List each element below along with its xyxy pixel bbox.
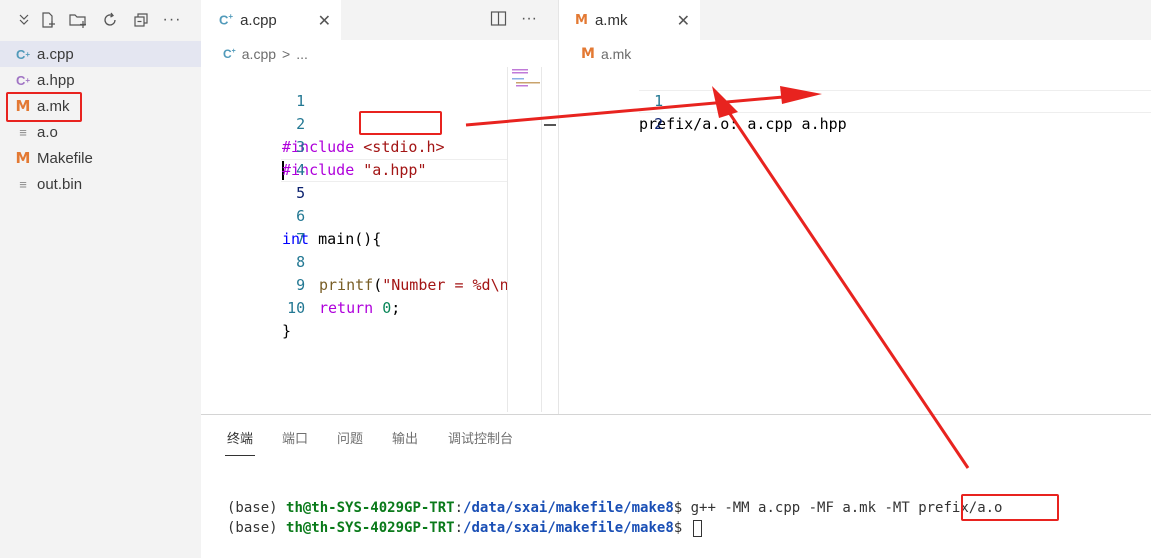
- tab-label: a.cpp: [240, 11, 277, 29]
- code-token: ;: [391, 299, 401, 317]
- makefile-icon: M: [15, 149, 31, 167]
- makefile-icon: M: [581, 46, 595, 62]
- file-item-out-bin[interactable]: ≡ out.bin: [0, 171, 201, 197]
- terminal-prompt: $: [673, 520, 691, 536]
- terminal-path: /data/sxai/makefile/make8: [463, 520, 674, 536]
- code-token: 0: [382, 299, 392, 317]
- close-icon[interactable]: ✕: [318, 11, 331, 31]
- editor-tabbar: C+ a.cpp ✕ ···: [201, 0, 558, 40]
- collapse-icon[interactable]: [14, 10, 34, 30]
- tab-output[interactable]: 输出: [392, 428, 418, 447]
- makefile-rule: prefix/a.o: a.cpp a.hpp: [639, 115, 847, 133]
- cpp-file-icon: C+: [15, 46, 31, 62]
- terminal-prompt: $: [673, 500, 691, 516]
- hpp-file-icon: C +: [15, 72, 31, 88]
- annotation-box-a-mk: [6, 92, 82, 122]
- explorer-toolbar: ···: [0, 0, 201, 40]
- terminal-line: (base) th@th-SYS-4029GP-TRT:/data/sxai/m…: [227, 498, 1002, 518]
- code-line-5: 5: [201, 159, 558, 202]
- editor-scrollbar[interactable]: [541, 67, 557, 412]
- terminal-cursor: [692, 519, 702, 537]
- file-item-makefile[interactable]: M Makefile: [0, 145, 201, 171]
- tab-a-cpp[interactable]: C+ a.cpp ✕: [201, 0, 341, 40]
- breadcrumb-more[interactable]: ...: [296, 46, 308, 62]
- code-editor[interactable]: 1 prefix/a.o: a.cpp a.hpp 2: [559, 67, 1151, 133]
- file-name: a.o: [37, 123, 58, 141]
- code-line-2: 2 #include <stdio.h>: [201, 90, 558, 156]
- code-line-10: 10 }: [201, 274, 558, 340]
- terminal-line[interactable]: (base) th@th-SYS-4029GP-TRT:/data/sxai/m…: [227, 518, 702, 538]
- refresh-icon[interactable]: [100, 10, 120, 30]
- terminal-host: th@th-SYS-4029GP-TRT: [286, 520, 455, 536]
- code-line-6: 6 int main(){: [201, 182, 558, 248]
- file-name: out.bin: [37, 175, 83, 193]
- explorer-sidebar: ··· C + a.cpp C + a.hpp M a.mk ≡ a.o M Mak…: [0, 0, 201, 558]
- breadcrumb: C+ a.cpp > ...: [223, 44, 308, 64]
- more-actions-icon[interactable]: ···: [521, 10, 537, 28]
- text-file-icon: ≡: [19, 176, 27, 192]
- minimap[interactable]: [507, 67, 541, 412]
- code-line-2: 2: [559, 90, 1151, 133]
- terminal-command: g++ -MM a.cpp -MF a.mk -MT: [690, 500, 919, 516]
- code-line-7: 7: [201, 205, 558, 248]
- breadcrumb-separator: >: [282, 46, 291, 62]
- file-item-a-o[interactable]: ≡ a.o: [0, 119, 201, 145]
- line-number: 10: [287, 299, 306, 317]
- editor-group-right: M a.mk ✕ M a.mk 1 prefix/a.o: a.cpp a.hp…: [558, 0, 1151, 414]
- annotation-box-target: [961, 494, 1059, 521]
- breadcrumb: M a.mk: [581, 44, 631, 64]
- text-file-icon: ≡: [19, 124, 27, 140]
- code-token: return: [319, 299, 374, 317]
- file-name: Makefile: [37, 149, 93, 167]
- code-editor[interactable]: 1 2 #include <stdio.h> 3 #include "a.hpp…: [201, 67, 558, 340]
- terminal-colon: :: [454, 520, 464, 536]
- code-line-1: 1 prefix/a.o: a.cpp a.hpp: [559, 67, 1151, 133]
- makefile-icon: M: [575, 12, 588, 28]
- tab-label: a.mk: [594, 11, 628, 29]
- tab-a-mk[interactable]: M a.mk ✕: [559, 0, 700, 40]
- code-line-1: 1: [201, 67, 558, 110]
- breadcrumb-file[interactable]: a.mk: [601, 46, 631, 62]
- new-file-icon[interactable]: [38, 10, 58, 30]
- editor-tabbar: M a.mk ✕: [559, 0, 1151, 40]
- conda-env: (base): [227, 520, 287, 536]
- file-name: a.hpp: [37, 71, 75, 89]
- file-name: a.cpp: [37, 45, 74, 63]
- terminal-path: /data/sxai/makefile/make8: [463, 500, 674, 516]
- code-line-8: 8 printf("Number = %d\n: [201, 228, 558, 294]
- new-folder-icon[interactable]: [68, 10, 88, 30]
- active-tab-indicator: [225, 455, 255, 456]
- code-line-4: 4: [201, 136, 558, 179]
- scroll-position-marker: [544, 124, 556, 126]
- code-line-9: 9 return 0;: [201, 251, 558, 317]
- file-item-a-cpp[interactable]: C + a.cpp: [0, 41, 201, 67]
- tab-problems[interactable]: 问题: [337, 428, 363, 447]
- file-item-a-hpp[interactable]: C + a.hpp: [0, 67, 201, 93]
- terminal-colon: :: [454, 500, 464, 516]
- collapse-all-icon[interactable]: [131, 10, 151, 30]
- split-editor-icon[interactable]: [490, 10, 507, 31]
- conda-env: (base): [227, 500, 287, 516]
- close-icon[interactable]: ✕: [677, 11, 690, 31]
- editor-group-left: C+ a.cpp ✕ ··· C+ a.cpp > ... 1 2 #inclu…: [201, 0, 558, 414]
- cpp-file-icon: C+: [219, 12, 234, 28]
- tab-terminal[interactable]: 终端: [227, 428, 253, 447]
- more-icon[interactable]: ···: [162, 10, 182, 30]
- terminal-host: th@th-SYS-4029GP-TRT: [286, 500, 455, 516]
- code-token: }: [282, 322, 292, 340]
- tab-ports[interactable]: 端口: [282, 428, 308, 447]
- breadcrumb-file[interactable]: a.cpp: [242, 46, 276, 62]
- cpp-file-icon: C+: [223, 47, 236, 61]
- line-number: 2: [654, 115, 664, 133]
- tab-debug-console[interactable]: 调试控制台: [448, 428, 513, 447]
- annotation-box-a-hpp: [359, 111, 442, 135]
- bottom-panel: 终端 端口 问题 输出 调试控制台 (base) th@th-SYS-4029G…: [201, 414, 1151, 558]
